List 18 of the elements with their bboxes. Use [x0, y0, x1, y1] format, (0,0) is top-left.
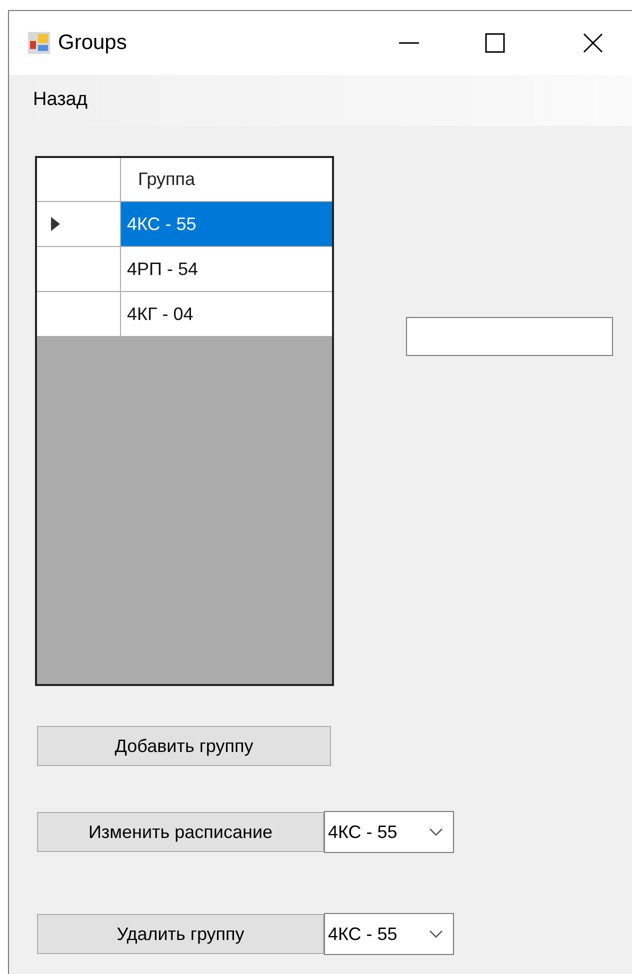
action-button[interactable]: Добавить группу: [37, 726, 331, 766]
group-dropdown[interactable]: 4КС - 55: [324, 913, 454, 955]
group-dropdown[interactable]: 4КС - 55: [324, 811, 454, 853]
table-cell[interactable]: 4КГ - 04: [121, 292, 332, 336]
action-button[interactable]: Удалить группу: [37, 914, 324, 954]
text-field[interactable]: [406, 317, 613, 356]
maximize-icon[interactable]: [484, 32, 506, 54]
app-icon: [28, 32, 50, 54]
close-icon[interactable]: [582, 32, 604, 54]
menu-item[interactable]: Назад: [33, 86, 88, 115]
window-title: Groups: [58, 30, 127, 56]
table-cell[interactable]: 4РП - 54: [121, 247, 332, 291]
column-header[interactable]: Группа: [121, 166, 196, 193]
action-button[interactable]: Изменить расписание: [37, 812, 324, 852]
table-cell[interactable]: 4КС - 55: [121, 202, 332, 246]
row-header[interactable]: [37, 202, 121, 246]
chevron-down-icon: [429, 930, 443, 938]
chevron-down-icon: [429, 828, 443, 836]
